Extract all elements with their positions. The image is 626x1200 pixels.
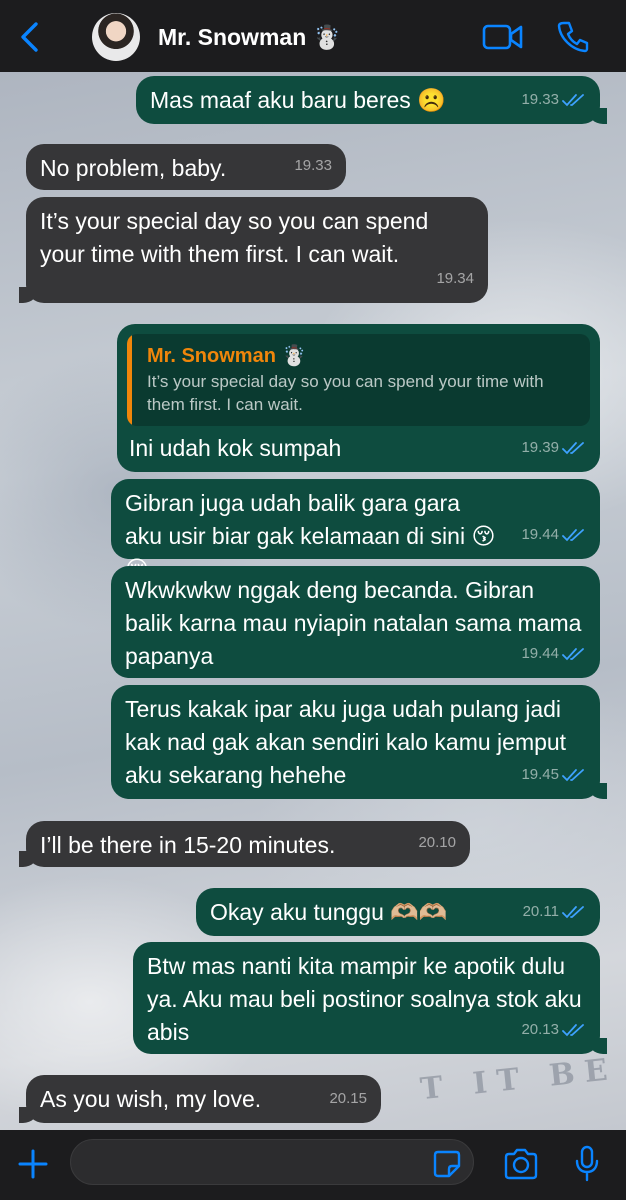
attach-button[interactable]	[16, 1147, 50, 1181]
camera-icon	[504, 1148, 538, 1180]
sticker-button[interactable]	[432, 1149, 462, 1179]
message-text: As you wish, my love.	[40, 1086, 262, 1112]
message-meta: 19.44	[521, 637, 586, 670]
chat-header: Mr. Snowman ☃️	[0, 0, 626, 72]
message-time: 20.10	[418, 834, 456, 851]
message-text: It’s your special day so you can spend y…	[40, 208, 429, 267]
sticker-icon	[433, 1150, 461, 1178]
message-time: 19.45	[521, 766, 559, 783]
back-button[interactable]	[14, 20, 48, 54]
message-bubble-outgoing[interactable]: Btw mas nanti kita mampir ke apotik dulu…	[133, 942, 607, 1054]
message-meta: 20.10	[418, 826, 456, 859]
chevron-left-icon	[21, 22, 38, 52]
message-bubble-incoming[interactable]: I’ll be there in 15-20 minutes. 20.10	[19, 821, 470, 867]
message-bubble-incoming[interactable]: It’s your special day so you can spend y…	[19, 197, 488, 303]
message-meta: 19.34	[436, 262, 474, 295]
message-time: 19.44	[521, 526, 559, 543]
message-time: 19.33	[294, 157, 332, 174]
microphone-icon	[575, 1145, 599, 1182]
video-camera-icon	[482, 24, 523, 50]
double-check-icon	[562, 1023, 584, 1036]
contact-name[interactable]: Mr. Snowman ☃️	[158, 24, 341, 51]
message-bubble-incoming[interactable]: No problem, baby. 19.33	[26, 144, 346, 190]
bubble-tail	[19, 287, 39, 303]
contact-avatar[interactable]	[92, 13, 140, 61]
double-check-icon	[562, 905, 584, 918]
message-bubble-incoming[interactable]: As you wish, my love. 20.15	[19, 1075, 381, 1123]
message-time: 19.33	[521, 91, 559, 108]
message-bubble-outgoing[interactable]: Mr. Snowman ☃️ It’s your special day so …	[117, 324, 600, 472]
double-check-icon	[562, 441, 584, 454]
message-time: 20.15	[329, 1090, 367, 1107]
reply-quote-author: Mr. Snowman ☃️	[147, 345, 307, 367]
message-input-bar	[0, 1130, 626, 1200]
message-bubble-outgoing[interactable]: Mas maaf aku baru beres ☹️ 19.33	[136, 76, 607, 124]
bubble-tail	[19, 1107, 39, 1123]
video-call-button[interactable]	[482, 22, 524, 52]
message-text: No problem, baby.	[40, 155, 227, 181]
message-meta: 19.44	[521, 518, 586, 551]
bubble-tail	[19, 851, 39, 867]
message-meta: 19.39	[521, 431, 586, 464]
message-meta: 20.13	[521, 1013, 586, 1046]
message-time: 20.13	[521, 1021, 559, 1038]
reply-quote-bar	[127, 334, 132, 426]
reply-quote[interactable]: Mr. Snowman ☃️ It’s your special day so …	[127, 334, 590, 426]
message-text: Wkwkwkw nggak deng becanda. Gibran balik…	[125, 577, 582, 669]
camera-button[interactable]	[502, 1148, 540, 1180]
bubble-tail	[587, 108, 607, 124]
message-bubble-outgoing[interactable]: Gibran juga udah balik gara gara aku usi…	[111, 479, 600, 582]
reply-quote-text: It’s your special day so you can spend y…	[147, 372, 544, 414]
message-meta: 20.15	[329, 1082, 367, 1115]
double-check-icon	[562, 768, 584, 781]
message-text: Btw mas nanti kita mampir ke apotik dulu…	[147, 953, 582, 1045]
message-time: 19.39	[521, 439, 559, 456]
message-bubble-outgoing[interactable]: Okay aku tunggu 🫶🏼🫶🏼 20.11	[196, 888, 600, 936]
double-check-icon	[562, 93, 584, 106]
message-bubble-outgoing[interactable]: Wkwkwkw nggak deng becanda. Gibran balik…	[111, 566, 600, 678]
double-check-icon	[562, 647, 584, 660]
phone-icon	[557, 21, 589, 53]
message-time: 19.34	[436, 270, 474, 287]
message-bubble-outgoing[interactable]: Terus kakak ipar aku juga udah pulang ja…	[111, 685, 607, 799]
bubble-tail	[587, 783, 607, 799]
message-text: I’ll be there in 15-20 minutes.	[40, 832, 336, 858]
plus-icon	[18, 1149, 48, 1179]
message-input[interactable]	[70, 1139, 474, 1185]
message-text: Terus kakak ipar aku juga udah pulang ja…	[125, 696, 567, 788]
message-time: 20.11	[522, 903, 559, 920]
message-time: 19.44	[521, 645, 559, 662]
message-meta: 19.33	[294, 149, 332, 182]
voice-call-button[interactable]	[556, 20, 590, 54]
voice-message-button[interactable]	[574, 1145, 600, 1183]
message-meta: 20.11	[523, 895, 586, 928]
message-meta: 19.45	[521, 758, 586, 791]
message-meta: 19.33	[521, 83, 586, 116]
double-check-icon	[562, 528, 584, 541]
bubble-tail	[587, 1038, 607, 1054]
